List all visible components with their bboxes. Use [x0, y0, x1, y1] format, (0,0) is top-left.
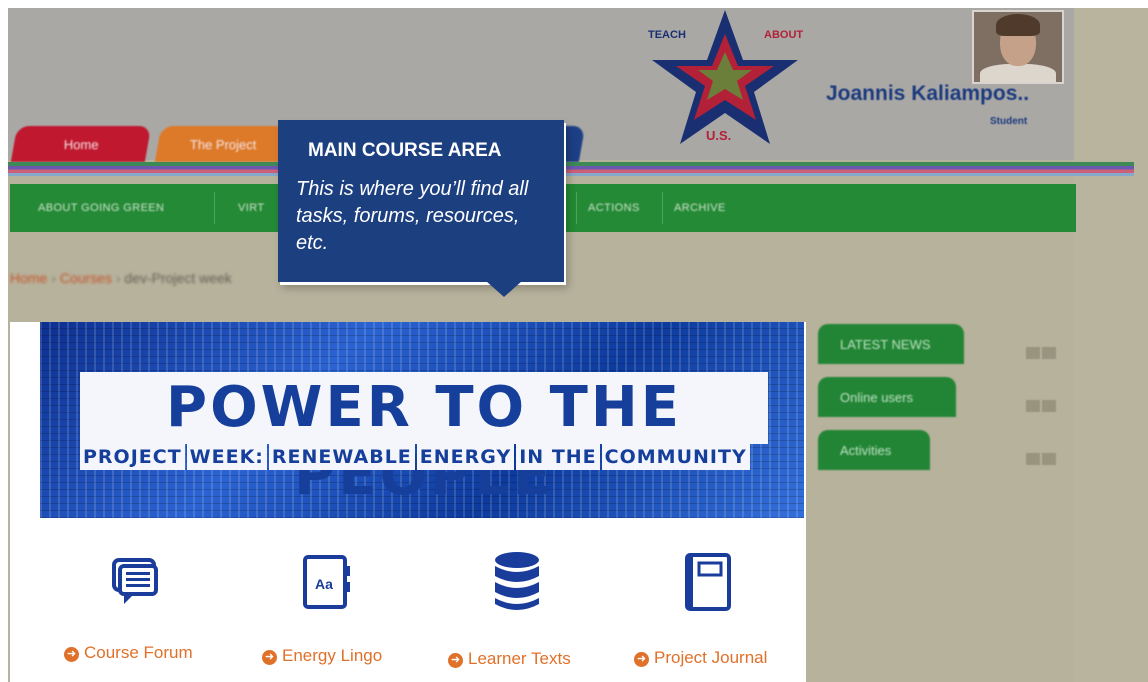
logo-text-teach: TEACH — [648, 29, 686, 41]
top-strip — [0, 0, 1148, 8]
block-activities-label: Activities — [840, 442, 892, 458]
database-icon[interactable] — [492, 550, 542, 614]
user-name[interactable]: Joannis Kaliampos.. — [826, 82, 1029, 106]
nav-virtual[interactable]: VIRT — [238, 184, 264, 232]
arrow-right-icon: ➜ — [448, 653, 463, 668]
banner-subtitle-word: COMMUNITY — [601, 444, 750, 470]
tooltip-title: MAIN COURSE AREA — [308, 140, 502, 161]
banner-subtitle-word: RENEWABLE — [268, 444, 415, 470]
energy-lingo-label: Energy Lingo — [282, 646, 383, 665]
course-banner: POWER TO THE PEOPLE PROJECT WEEK: RENEWA… — [40, 322, 804, 518]
block-online-users-label: Online users — [840, 389, 913, 405]
block-controls[interactable] — [1026, 399, 1060, 412]
block-latest-news-label: LATEST NEWS — [840, 336, 931, 352]
nav-divider — [662, 192, 663, 224]
tour-tooltip: MAIN COURSE AREA This is where you’ll fi… — [278, 120, 564, 282]
logo-text-us: U.S. — [706, 128, 731, 143]
tab-the-project[interactable]: The Project — [154, 126, 292, 162]
banner-title: POWER TO THE PEOPLE — [166, 375, 682, 508]
nav-archive[interactable]: ARCHIVE — [674, 184, 726, 232]
banner-subtitle-word: IN THE — [516, 444, 600, 470]
energy-lingo-link[interactable]: ➜ Energy Lingo — [262, 646, 382, 666]
teach-about-us-logo[interactable]: TEACH ABOUT U.S. — [640, 8, 810, 148]
glossary-book-icon[interactable]: Aa — [302, 554, 352, 610]
course-forum-label: Course Forum — [84, 643, 193, 662]
tab-project-label: The Project — [189, 136, 257, 152]
banner-subtitle: PROJECT WEEK: RENEWABLE ENERGY IN THE CO… — [80, 444, 768, 470]
user-role: Student — [990, 116, 1028, 127]
learner-texts-label: Learner Texts — [468, 649, 571, 668]
svg-text:Aa: Aa — [315, 576, 333, 592]
tooltip-text: This is where you’ll find all tasks, for… — [296, 178, 529, 254]
breadcrumb: Home › Courses › dev-Project week — [10, 270, 232, 286]
project-journal-link[interactable]: ➜ Project Journal — [634, 648, 767, 668]
project-journal-label: Project Journal — [654, 648, 768, 667]
nav-divider — [576, 192, 577, 224]
banner-subtitle-word: PROJECT — [80, 444, 185, 470]
course-forum-link[interactable]: ➜ Course Forum — [64, 643, 193, 663]
right-backdrop — [1074, 8, 1148, 682]
nav-actions[interactable]: ACTIONS — [588, 184, 640, 232]
block-controls[interactable] — [1026, 346, 1060, 359]
tab-home[interactable]: Home — [10, 126, 152, 162]
left-strip — [0, 0, 8, 682]
avatar-shirt — [980, 64, 1056, 82]
arrow-right-icon: ➜ — [64, 647, 79, 662]
block-latest-news[interactable]: LATEST NEWS — [818, 324, 964, 364]
tab-home-label: Home — [63, 136, 99, 152]
forum-icon[interactable] — [110, 556, 160, 606]
learner-texts-link[interactable]: ➜ Learner Texts — [448, 649, 571, 669]
logo-text-about: ABOUT — [764, 29, 803, 41]
breadcrumb-separator: › — [51, 270, 60, 286]
breadcrumb-current: dev-Project week — [124, 270, 232, 286]
journal-icon[interactable] — [684, 552, 732, 612]
breadcrumb-home[interactable]: Home — [10, 270, 47, 286]
arrow-right-icon: ➜ — [262, 650, 277, 665]
banner-subtitle-word: WEEK: — [186, 444, 267, 470]
nav-about-going-green[interactable]: ABOUT GOING GREEN — [38, 184, 164, 232]
block-online-users[interactable]: Online users — [818, 377, 956, 417]
user-avatar[interactable] — [972, 10, 1064, 84]
banner-subtitle-word: ENERGY — [416, 444, 515, 470]
block-activities[interactable]: Activities — [818, 430, 930, 470]
avatar-hair — [996, 14, 1040, 36]
color-stripe — [8, 162, 1134, 176]
tooltip-pointer — [486, 281, 522, 297]
block-controls[interactable] — [1026, 452, 1060, 465]
breadcrumb-courses[interactable]: Courses — [60, 270, 112, 286]
nav-divider — [214, 192, 215, 224]
arrow-right-icon: ➜ — [634, 652, 649, 667]
